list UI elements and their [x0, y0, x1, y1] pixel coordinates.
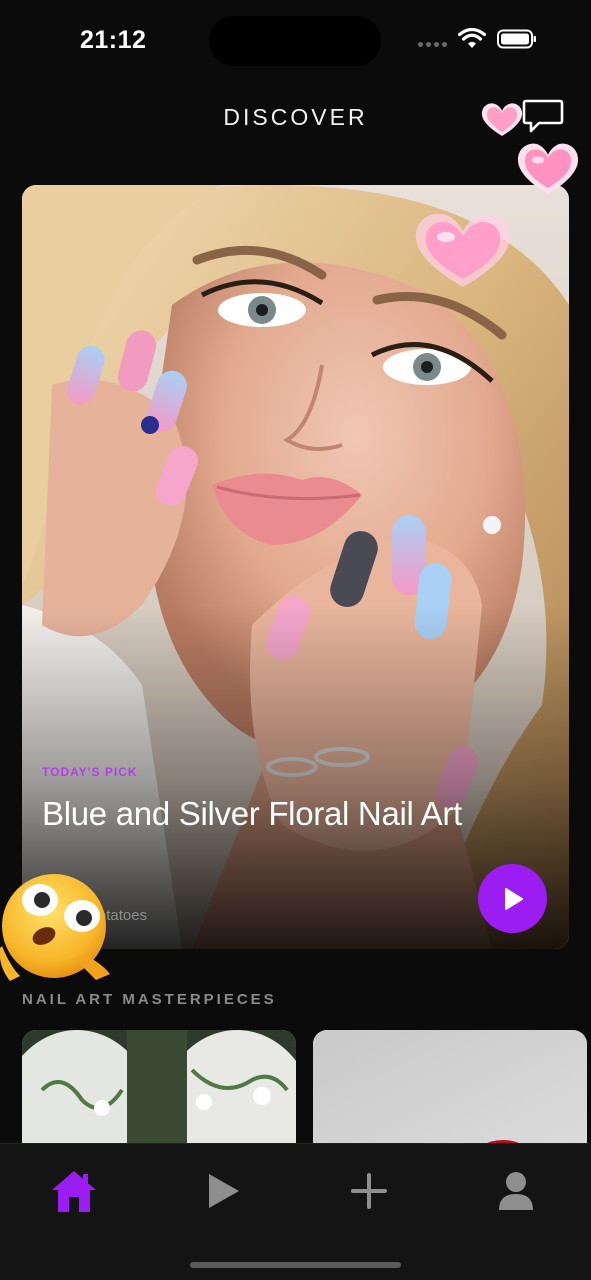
- heart-sticker-icon: [415, 213, 511, 287]
- section-title: NAIL ART MASTERPIECES: [22, 991, 277, 1008]
- featured-title[interactable]: Blue and Silver Floral Nail Art: [42, 791, 482, 837]
- chat-bubble-icon[interactable]: [522, 98, 564, 136]
- heart-sticker-icon: [481, 103, 523, 136]
- featured-tag: TODAY'S PICK: [42, 765, 138, 779]
- plus-icon: [351, 1173, 387, 1209]
- home-icon: [52, 1171, 96, 1212]
- person-icon: [499, 1172, 533, 1210]
- play-button[interactable]: [478, 864, 547, 933]
- battery-icon: [497, 29, 536, 49]
- masterpiece-card[interactable]: [22, 1030, 296, 1160]
- status-bar: 21:12: [0, 0, 591, 80]
- home-indicator: [190, 1262, 401, 1268]
- wifi-icon: [458, 28, 486, 48]
- masterpiece-thumbnail: [22, 1030, 296, 1160]
- tab-play[interactable]: [193, 1166, 253, 1216]
- dynamic-island: [209, 16, 381, 66]
- heart-sticker-icon: [517, 143, 579, 194]
- masterpiece-card[interactable]: [313, 1030, 587, 1160]
- play-icon: [209, 1174, 239, 1208]
- masterpiece-thumbnail: [313, 1030, 587, 1160]
- tab-add[interactable]: [339, 1166, 399, 1216]
- featured-card[interactable]: TODAY'S PICK Blue and Silver Floral Nail…: [22, 185, 569, 949]
- status-time: 21:12: [80, 26, 147, 54]
- play-icon: [504, 887, 523, 910]
- shocked-emoji-sticker: [0, 874, 110, 981]
- cellular-signal-icon: [418, 42, 447, 47]
- tab-bar: [0, 1143, 591, 1280]
- tab-home[interactable]: [44, 1166, 104, 1216]
- tab-profile[interactable]: [486, 1166, 546, 1216]
